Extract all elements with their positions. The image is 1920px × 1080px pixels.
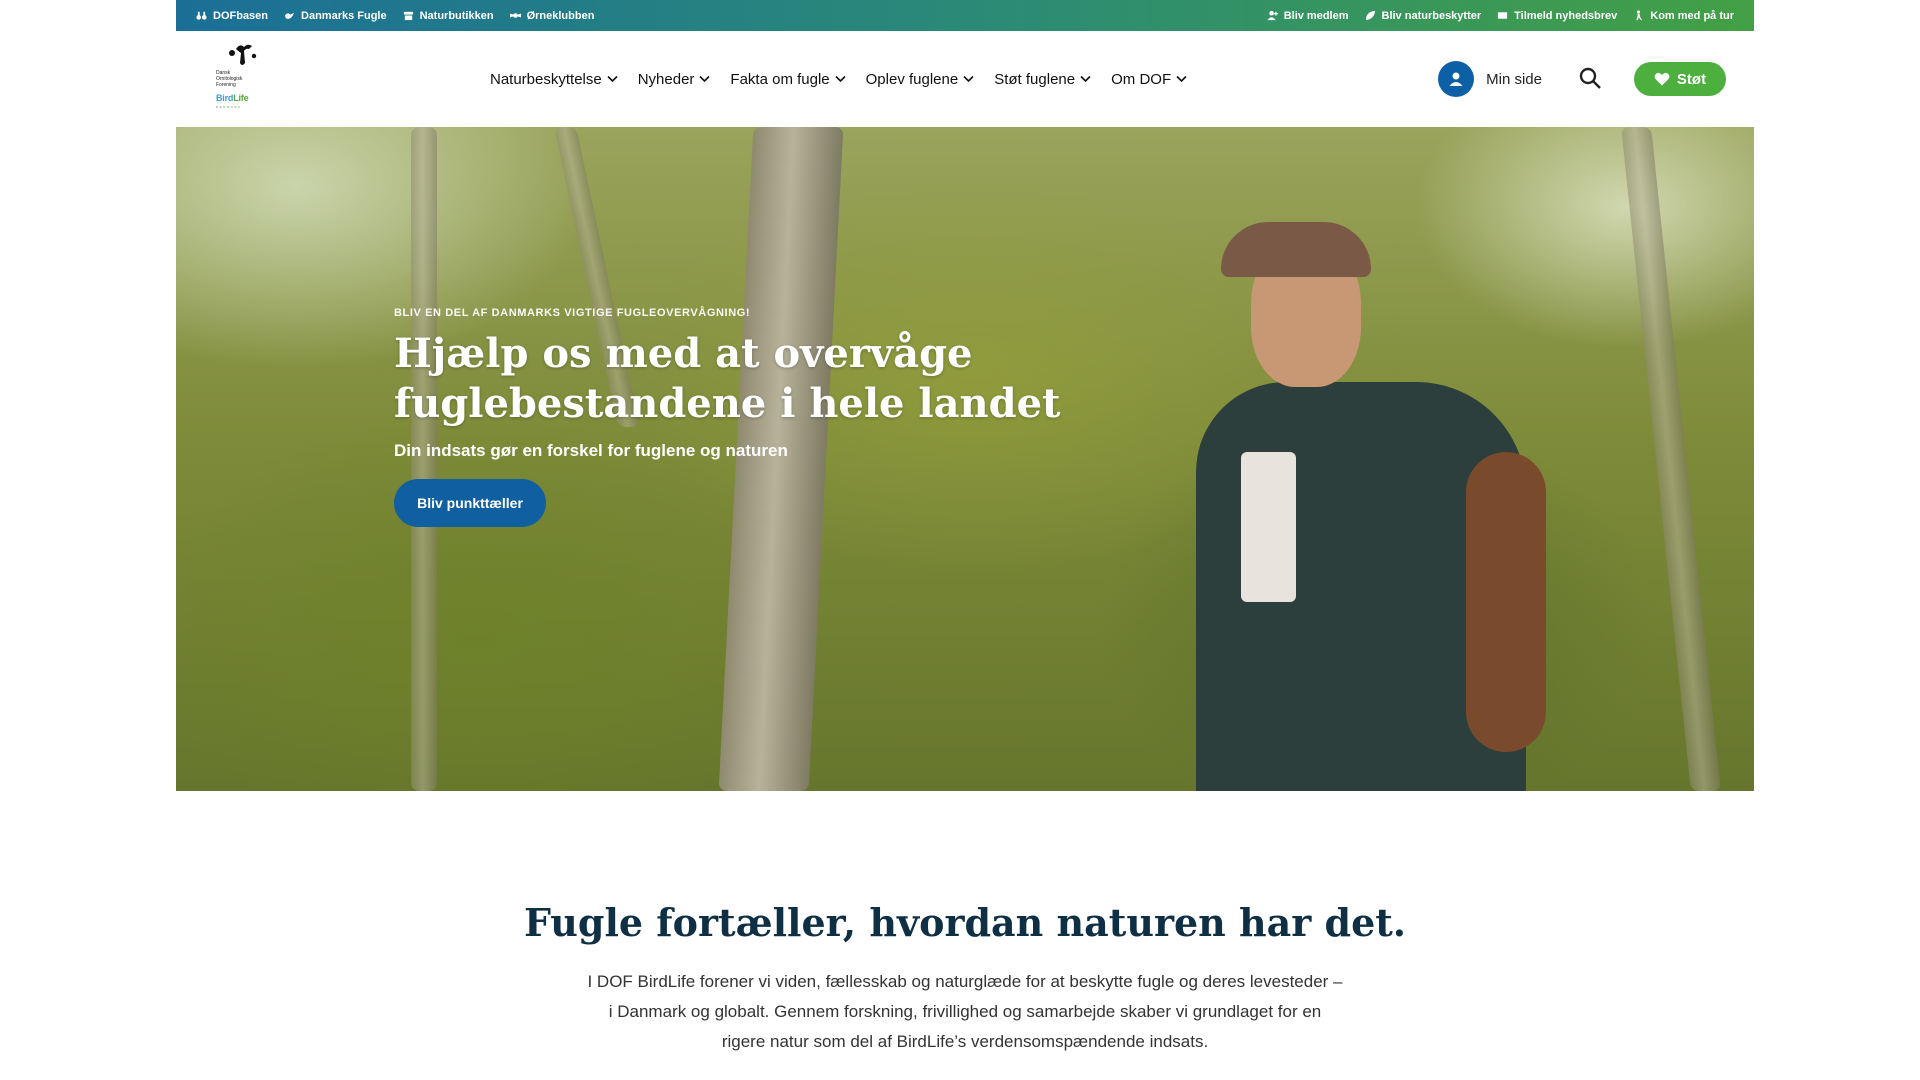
topbar-link-label: Kom med på tur bbox=[1650, 9, 1734, 22]
binoculars-icon bbox=[196, 11, 207, 20]
topbar-link-label: Naturbutikken bbox=[419, 9, 494, 22]
topbar-right-links: Bliv medlem Bliv naturbeskytter Tilmeld … bbox=[1267, 10, 1734, 22]
intro-section: Fugle fortæller, hvordan naturen har det… bbox=[176, 900, 1754, 1057]
main-navigation: Naturbeskyttelse Nyheder Fakta om fugle … bbox=[490, 31, 1187, 127]
person-arm bbox=[1466, 452, 1546, 752]
shop-icon bbox=[403, 11, 413, 21]
topbar-link-naturbutikken[interactable]: Naturbutikken bbox=[403, 10, 494, 22]
logo-line: Forening bbox=[216, 82, 236, 88]
birdlife-wordmark: BirdLife bbox=[216, 93, 249, 103]
topbar-link-label: Bliv naturbeskytter bbox=[1381, 9, 1482, 22]
topbar-link-bliv-naturbeskytter[interactable]: Bliv naturbeskytter bbox=[1365, 9, 1482, 22]
topbar-link-label: Ørneklubben bbox=[526, 9, 595, 22]
topbar-left-links: DOFbasen Danmarks Fugle Naturbutikken Ør… bbox=[196, 10, 594, 22]
topbar-link-dofbasen[interactable]: DOFbasen bbox=[196, 10, 268, 22]
hero-kicker: Bliv en del af Danmarks vigtige fugleove… bbox=[394, 307, 751, 319]
nav-item-naturbeskyttelse[interactable]: Naturbeskyttelse bbox=[490, 71, 618, 88]
nav-label: Støt fuglene bbox=[994, 70, 1076, 88]
nav-item-fakta-om-fugle[interactable]: Fakta om fugle bbox=[730, 70, 846, 88]
hero-content: Bliv en del af Danmarks vigtige fugleove… bbox=[394, 307, 1114, 527]
logo-text: Dansk Ornitologisk Forening bbox=[216, 70, 242, 88]
nav-item-oplev-fuglene[interactable]: Oplev fuglene bbox=[866, 71, 975, 88]
hero-birdwatcher-image bbox=[1196, 222, 1616, 791]
chevron-down-icon bbox=[835, 75, 846, 83]
header-actions: Min side Støt bbox=[1438, 31, 1726, 127]
nav-label: Nyheder bbox=[637, 70, 695, 88]
topbar-link-label: Bliv medlem bbox=[1283, 9, 1349, 22]
nav-label: Fakta om fugle bbox=[730, 70, 830, 88]
birdlife-part: Bird bbox=[216, 93, 234, 103]
eagle-icon bbox=[509, 13, 521, 18]
topbar-link-orneklubben[interactable]: Ørneklubben bbox=[509, 9, 595, 22]
chevron-down-icon bbox=[1176, 75, 1187, 83]
min-side-link[interactable]: Min side bbox=[1486, 71, 1542, 88]
leaf-icon bbox=[1365, 10, 1375, 21]
support-button[interactable]: Støt bbox=[1634, 62, 1726, 96]
nav-label: Om DOF bbox=[1111, 70, 1172, 88]
nav-label: Naturbeskyttelse bbox=[490, 70, 602, 88]
top-utility-bar: DOFbasen Danmarks Fugle Naturbutikken Ør… bbox=[176, 0, 1754, 31]
bird-logo-icon bbox=[229, 44, 257, 65]
topbar-link-danmarks-fugle[interactable]: Danmarks Fugle bbox=[284, 10, 387, 22]
search-button[interactable] bbox=[1578, 66, 1604, 92]
search-icon bbox=[1579, 67, 1601, 89]
chevron-down-icon bbox=[699, 75, 710, 83]
person-cap bbox=[1221, 222, 1371, 277]
bird-icon bbox=[284, 12, 295, 19]
mail-icon bbox=[1498, 12, 1508, 19]
user-icon bbox=[1449, 72, 1463, 86]
hero-banner: Bliv en del af Danmarks vigtige fugleove… bbox=[176, 127, 1754, 791]
heart-icon bbox=[1654, 72, 1670, 86]
intro-text: I DOF BirdLife forener vi viden, fælless… bbox=[587, 972, 1343, 1051]
chevron-down-icon bbox=[1080, 75, 1091, 83]
dof-birdlife-logo[interactable]: Dansk Ornitologisk Forening BirdLife DEN… bbox=[216, 43, 264, 109]
support-button-label: Støt bbox=[1676, 70, 1707, 88]
user-avatar-button[interactable] bbox=[1438, 61, 1475, 97]
nav-label: Oplev fuglene bbox=[865, 70, 959, 88]
topbar-link-label: Tilmeld nyhedsbrev bbox=[1514, 9, 1618, 22]
nav-item-om-dof[interactable]: Om DOF bbox=[1111, 71, 1187, 88]
topbar-link-bliv-medlem[interactable]: Bliv medlem bbox=[1267, 10, 1349, 22]
hero-subtitle: Din indsats gør en forskel for fuglene o… bbox=[394, 441, 788, 460]
bliv-punkttaeller-button[interactable]: Bliv punkttæller bbox=[394, 479, 546, 527]
logo-country: DENMARK bbox=[216, 105, 242, 109]
add-user-icon bbox=[1267, 10, 1278, 21]
intro-title: Fugle fortæller, hvordan naturen har det… bbox=[523, 900, 1407, 945]
topbar-link-kom-med-paa-tur[interactable]: Kom med på tur bbox=[1633, 10, 1734, 22]
walk-icon bbox=[1636, 10, 1643, 21]
chevron-down-icon bbox=[963, 75, 974, 83]
topbar-link-label: Danmarks Fugle bbox=[301, 9, 387, 22]
hero-tree-trunk bbox=[1621, 127, 1721, 791]
topbar-link-tilmeld-nyhedsbrev[interactable]: Tilmeld nyhedsbrev bbox=[1497, 10, 1617, 22]
chevron-down-icon bbox=[607, 75, 618, 83]
nav-item-nyheder[interactable]: Nyheder bbox=[638, 71, 711, 88]
site-header: Dansk Ornitologisk Forening BirdLife DEN… bbox=[176, 31, 1754, 127]
nav-item-stoet-fuglene[interactable]: Støt fuglene bbox=[994, 71, 1091, 88]
birdlife-part: Life bbox=[233, 93, 249, 103]
hero-title: Hjælp os med at overvåge fuglebestandene… bbox=[394, 330, 1061, 427]
topbar-link-label: DOFbasen bbox=[213, 9, 269, 22]
person-shirt bbox=[1241, 452, 1296, 602]
